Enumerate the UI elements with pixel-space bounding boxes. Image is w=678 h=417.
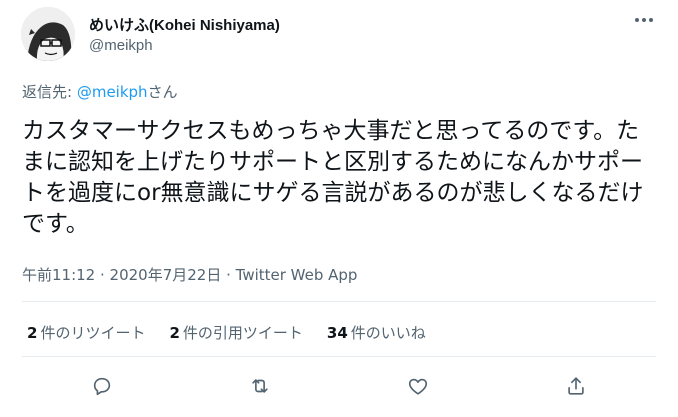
tweet-card: めいけふ(Kohei Nishiyama) @meikph 返信先: @meik… (0, 0, 678, 417)
author-name[interactable]: めいけふ(Kohei Nishiyama) (89, 14, 280, 35)
share-icon[interactable] (562, 372, 590, 400)
engagement-stats: 2 件のリツイート 2 件の引用ツイート 34 件のいいね (27, 322, 426, 343)
likes-label: 件のいいね (350, 324, 426, 342)
retweets-count: 2 (27, 324, 38, 342)
quotes-stat[interactable]: 2 件の引用ツイート (169, 322, 302, 343)
reply-prefix: 返信先: (22, 83, 77, 101)
action-bar (0, 372, 678, 402)
avatar[interactable] (21, 7, 75, 61)
author-handle[interactable]: @meikph (89, 37, 153, 54)
retweets-stat[interactable]: 2 件のリツイート (27, 322, 145, 343)
reply-suffix: さん (147, 83, 178, 101)
divider (22, 356, 656, 357)
reply-icon[interactable] (88, 372, 116, 400)
reply-to: 返信先: @meikphさん (22, 81, 178, 102)
likes-stat[interactable]: 34 件のいいね (327, 322, 426, 343)
more-icon[interactable] (632, 12, 656, 28)
likes-count: 34 (326, 324, 348, 342)
quotes-label: 件の引用ツイート (182, 324, 303, 342)
retweets-label: 件のリツイート (40, 324, 146, 342)
tweet-text: カスタマーサクセスもめっちゃ大事だと思ってるのです。たまに認知を上げたりサポート… (22, 118, 644, 237)
retweet-icon[interactable] (246, 372, 274, 400)
divider (22, 301, 656, 302)
reply-target-link[interactable]: @meikph (77, 83, 148, 101)
like-icon[interactable] (404, 372, 432, 400)
quotes-count: 2 (169, 324, 180, 342)
tweet-meta[interactable]: 午前11:12 · 2020年7月22日 · Twitter Web App (22, 264, 357, 285)
